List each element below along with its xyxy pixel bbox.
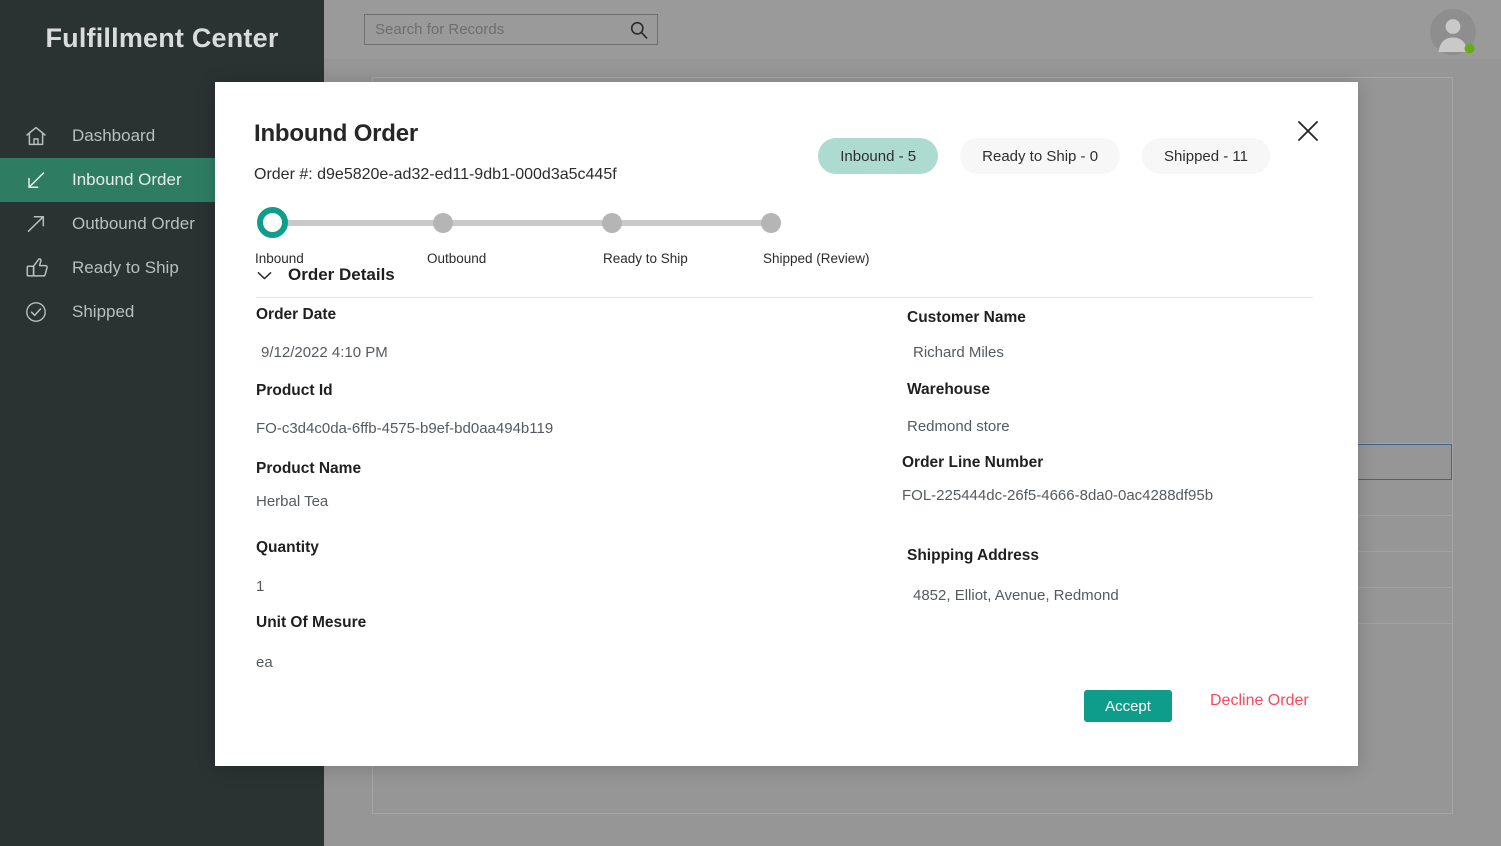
sidebar-item-label: Dashboard — [72, 126, 156, 145]
check-circle-icon — [24, 298, 64, 326]
field-value-warehouse: Redmond store — [907, 418, 1010, 435]
stepper-track — [273, 220, 777, 226]
thumbs-up-icon — [24, 254, 64, 282]
status-filter-pills: Inbound - 5 Ready to Ship - 0 Shipped - … — [818, 138, 1270, 174]
order-details-title: Order Details — [288, 265, 395, 284]
sidebar-item-label: Shipped — [72, 302, 135, 321]
field-value-unit-of-mesure: ea — [256, 654, 273, 671]
field-label-customer-name: Customer Name — [907, 309, 1026, 326]
stepper-label-outbound: Outbound — [427, 251, 487, 266]
field-value-customer-name: Richard Miles — [913, 344, 1004, 361]
page-title: Inbound Order — [254, 120, 419, 147]
status-badge-inbound[interactable]: Inbound - 5 — [818, 138, 939, 174]
close-icon[interactable] — [1295, 118, 1321, 144]
field-label-shipping-address: Shipping Address — [907, 547, 1040, 564]
app-brand-title: Fulfillment Center — [0, 0, 324, 82]
field-value-product-id: FO-c3d4c0da-6ffb-4575-b9ef-bd0aa494b119 — [256, 420, 554, 437]
app-root: Search for Records Fulfillment Center Da… — [0, 0, 1501, 846]
field-value-order-line-number: FOL-225444dc-26f5-4666-8da0-0ac4288df95b — [902, 487, 1214, 504]
stepper-node-shipped[interactable] — [761, 213, 781, 233]
field-label-order-date: Order Date — [256, 306, 337, 323]
arrow-up-right-icon — [24, 210, 64, 238]
avatar[interactable] — [1429, 8, 1477, 56]
stepper-node-ready-to-ship[interactable] — [602, 213, 622, 233]
field-value-product-name: Herbal Tea — [256, 493, 329, 510]
sidebar-item-label: Inbound Order — [72, 170, 182, 189]
order-number: Order #: d9e5820e-ad32-ed11-9db1-000d3a5… — [254, 166, 617, 183]
brand-label: Fulfillment Center — [45, 22, 279, 53]
field-label-unit-of-mesure: Unit Of Mesure — [256, 614, 367, 631]
field-label-product-id: Product Id — [256, 382, 333, 399]
stepper-label-shipped: Shipped (Review) — [763, 251, 870, 266]
field-label-warehouse: Warehouse — [907, 381, 990, 398]
order-progress-stepper: Inbound Outbound Ready to Ship Shipped (… — [255, 204, 870, 266]
field-value-quantity: 1 — [256, 578, 265, 595]
decline-order-button[interactable]: Decline Order — [1210, 692, 1309, 710]
stepper-label-ready-to-ship: Ready to Ship — [603, 251, 688, 266]
section-divider — [256, 297, 1313, 298]
field-label-quantity: Quantity — [256, 539, 319, 556]
sidebar-item-label: Ready to Ship — [72, 258, 179, 277]
home-icon — [24, 122, 64, 150]
stepper-node-inbound[interactable] — [257, 207, 288, 238]
inbound-order-modal: Inbound Order Order #: d9e5820e-ad32-ed1… — [215, 82, 1358, 766]
search-input[interactable]: Search for Records — [364, 14, 658, 45]
chevron-down-icon — [255, 266, 274, 285]
arrow-down-left-icon — [24, 166, 64, 194]
field-label-product-name: Product Name — [256, 460, 362, 477]
order-details-toggle[interactable]: Order Details — [255, 265, 395, 285]
search-placeholder: Search for Records — [375, 21, 505, 38]
stepper-label-inbound: Inbound — [255, 251, 304, 266]
field-value-shipping-address: 4852, Elliot, Avenue, Redmond — [913, 587, 1119, 604]
stepper-node-outbound[interactable] — [433, 213, 453, 233]
search-icon[interactable] — [629, 20, 649, 40]
status-badge-ready-to-ship[interactable]: Ready to Ship - 0 — [960, 138, 1121, 174]
status-badge-shipped[interactable]: Shipped - 11 — [1142, 138, 1270, 174]
field-label-order-line-number: Order Line Number — [902, 454, 1044, 471]
accept-button[interactable]: Accept — [1084, 690, 1172, 722]
sidebar-item-label: Outbound Order — [72, 214, 195, 233]
field-value-order-date: 9/12/2022 4:10 PM — [261, 344, 388, 361]
top-bar: Search for Records — [324, 0, 1501, 59]
